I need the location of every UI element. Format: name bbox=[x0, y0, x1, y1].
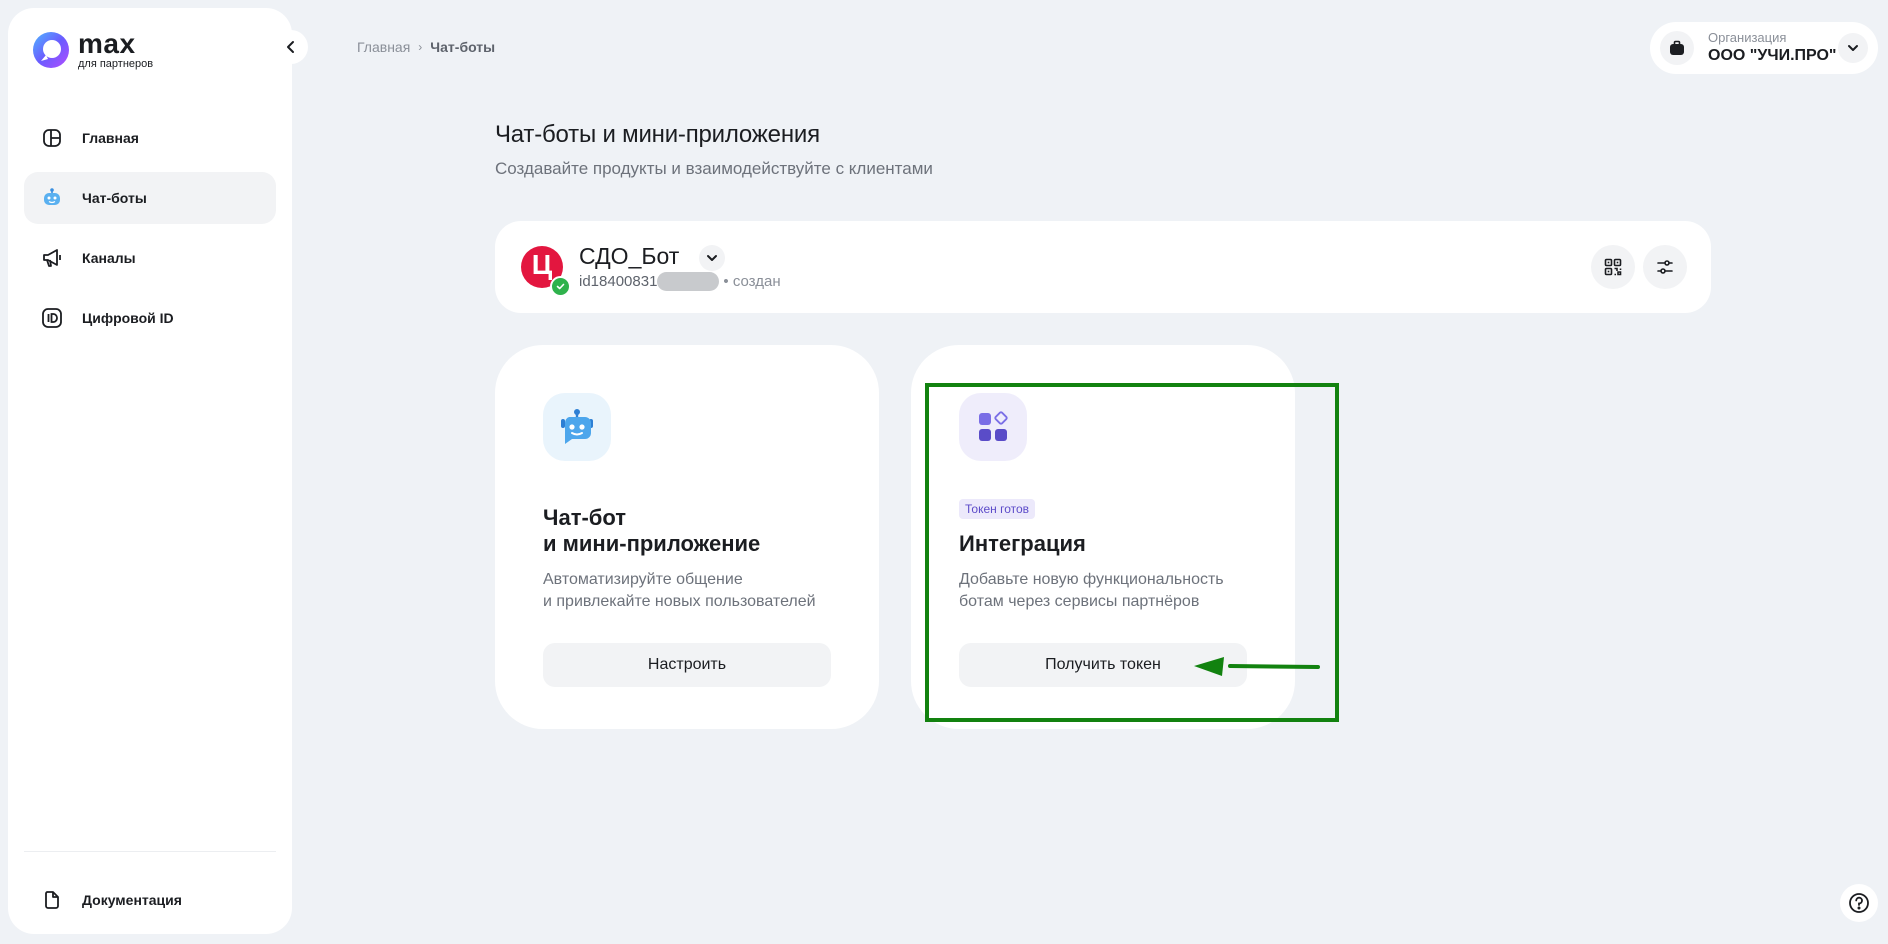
question-icon bbox=[1849, 893, 1869, 913]
chatbot-tile-title-line1: Чат-бот bbox=[543, 505, 627, 530]
organization-name: ООО "УЧИ.ПРО" bbox=[1708, 47, 1837, 64]
chevron-left-icon bbox=[287, 41, 294, 53]
collapse-sidebar-button[interactable] bbox=[274, 30, 308, 64]
chatbot-tile-title-line2: и мини-приложение bbox=[543, 531, 761, 556]
robot-icon bbox=[40, 186, 64, 210]
home-icon bbox=[40, 126, 64, 150]
chevron-down-icon bbox=[707, 255, 717, 261]
bot-avatar-letter: Ц bbox=[531, 249, 553, 280]
sidebar-divider bbox=[24, 851, 276, 852]
breadcrumb-home-link[interactable]: Главная bbox=[357, 39, 410, 55]
chatbot-tile: Чат-бот и мини-приложение Автоматизируйт… bbox=[495, 345, 879, 729]
sidebar-item-chatbots[interactable]: Чат-боты bbox=[24, 172, 276, 224]
verified-check-icon bbox=[550, 276, 571, 297]
sidebar-item-label: Чат-боты bbox=[82, 190, 147, 206]
organization-selector[interactable]: Организация ООО "УЧИ.ПРО" bbox=[1650, 22, 1878, 74]
id-icon bbox=[40, 306, 64, 330]
qr-code-icon bbox=[1604, 258, 1622, 276]
qr-code-button[interactable] bbox=[1591, 245, 1635, 289]
max-logo-icon bbox=[33, 32, 69, 68]
annotation-arrow-icon bbox=[1194, 657, 1320, 676]
sidebar-item-documentation[interactable]: Документация bbox=[24, 874, 276, 926]
help-button[interactable] bbox=[1840, 884, 1878, 922]
sidebar-item-digital-id[interactable]: Цифровой ID bbox=[24, 292, 276, 344]
bot-switcher-button[interactable] bbox=[699, 245, 725, 271]
bot-id: id18400831 bbox=[579, 273, 658, 290]
organization-label: Организация bbox=[1708, 30, 1787, 45]
breadcrumb-separator-icon: › bbox=[418, 40, 423, 54]
chatbot-tile-desc-line2: и привлекайте новых пользователей bbox=[543, 593, 816, 610]
settings-button[interactable] bbox=[1643, 245, 1687, 289]
chatbot-tile-description: Автоматизируйте общение и привлекайте но… bbox=[543, 569, 816, 613]
chatbot-tile-desc-line1: Автоматизируйте общение bbox=[543, 571, 743, 588]
breadcrumb-current: Чат-боты bbox=[430, 39, 496, 55]
configure-button[interactable]: Настроить bbox=[543, 643, 831, 687]
bot-status: • создан bbox=[723, 273, 781, 290]
chevron-down-icon bbox=[1838, 33, 1868, 63]
bot-meta: id18400831 • создан bbox=[579, 272, 781, 291]
document-icon bbox=[40, 888, 64, 912]
sidebar-item-home[interactable]: Главная bbox=[24, 112, 276, 164]
max-logo[interactable]: max для партнеров bbox=[32, 30, 153, 70]
sidebar: max для партнеров Главная Чат-боты Канал… bbox=[8, 8, 292, 934]
briefcase-icon bbox=[1660, 31, 1694, 65]
chatbot-tile-title: Чат-бот и мини-приложение bbox=[543, 505, 760, 557]
logo-word: max bbox=[78, 28, 136, 59]
sidebar-item-channels[interactable]: Каналы bbox=[24, 232, 276, 284]
breadcrumb: Главная › Чат-боты bbox=[357, 39, 495, 55]
sidebar-item-label: Каналы bbox=[82, 250, 136, 266]
robot-icon bbox=[543, 393, 611, 461]
bot-name: СДО_Бот bbox=[579, 243, 680, 269]
logo-subtitle: для партнеров bbox=[78, 58, 154, 70]
sidebar-item-label: Главная bbox=[82, 130, 139, 146]
sidebar-item-label: Документация bbox=[82, 892, 182, 908]
sliders-icon bbox=[1657, 260, 1673, 274]
page-subtitle: Создавайте продукты и взаимодействуйте с… bbox=[495, 159, 933, 178]
page-title: Чат-боты и мини-приложения bbox=[495, 121, 820, 148]
sidebar-nav: Главная Чат-боты Каналы Цифровой ID bbox=[24, 112, 276, 352]
sidebar-item-label: Цифровой ID bbox=[82, 310, 174, 326]
bot-card: Ц СДО_Бот id18400831 • создан bbox=[495, 221, 1711, 313]
redacted-id bbox=[657, 272, 720, 291]
megaphone-icon bbox=[40, 246, 64, 270]
